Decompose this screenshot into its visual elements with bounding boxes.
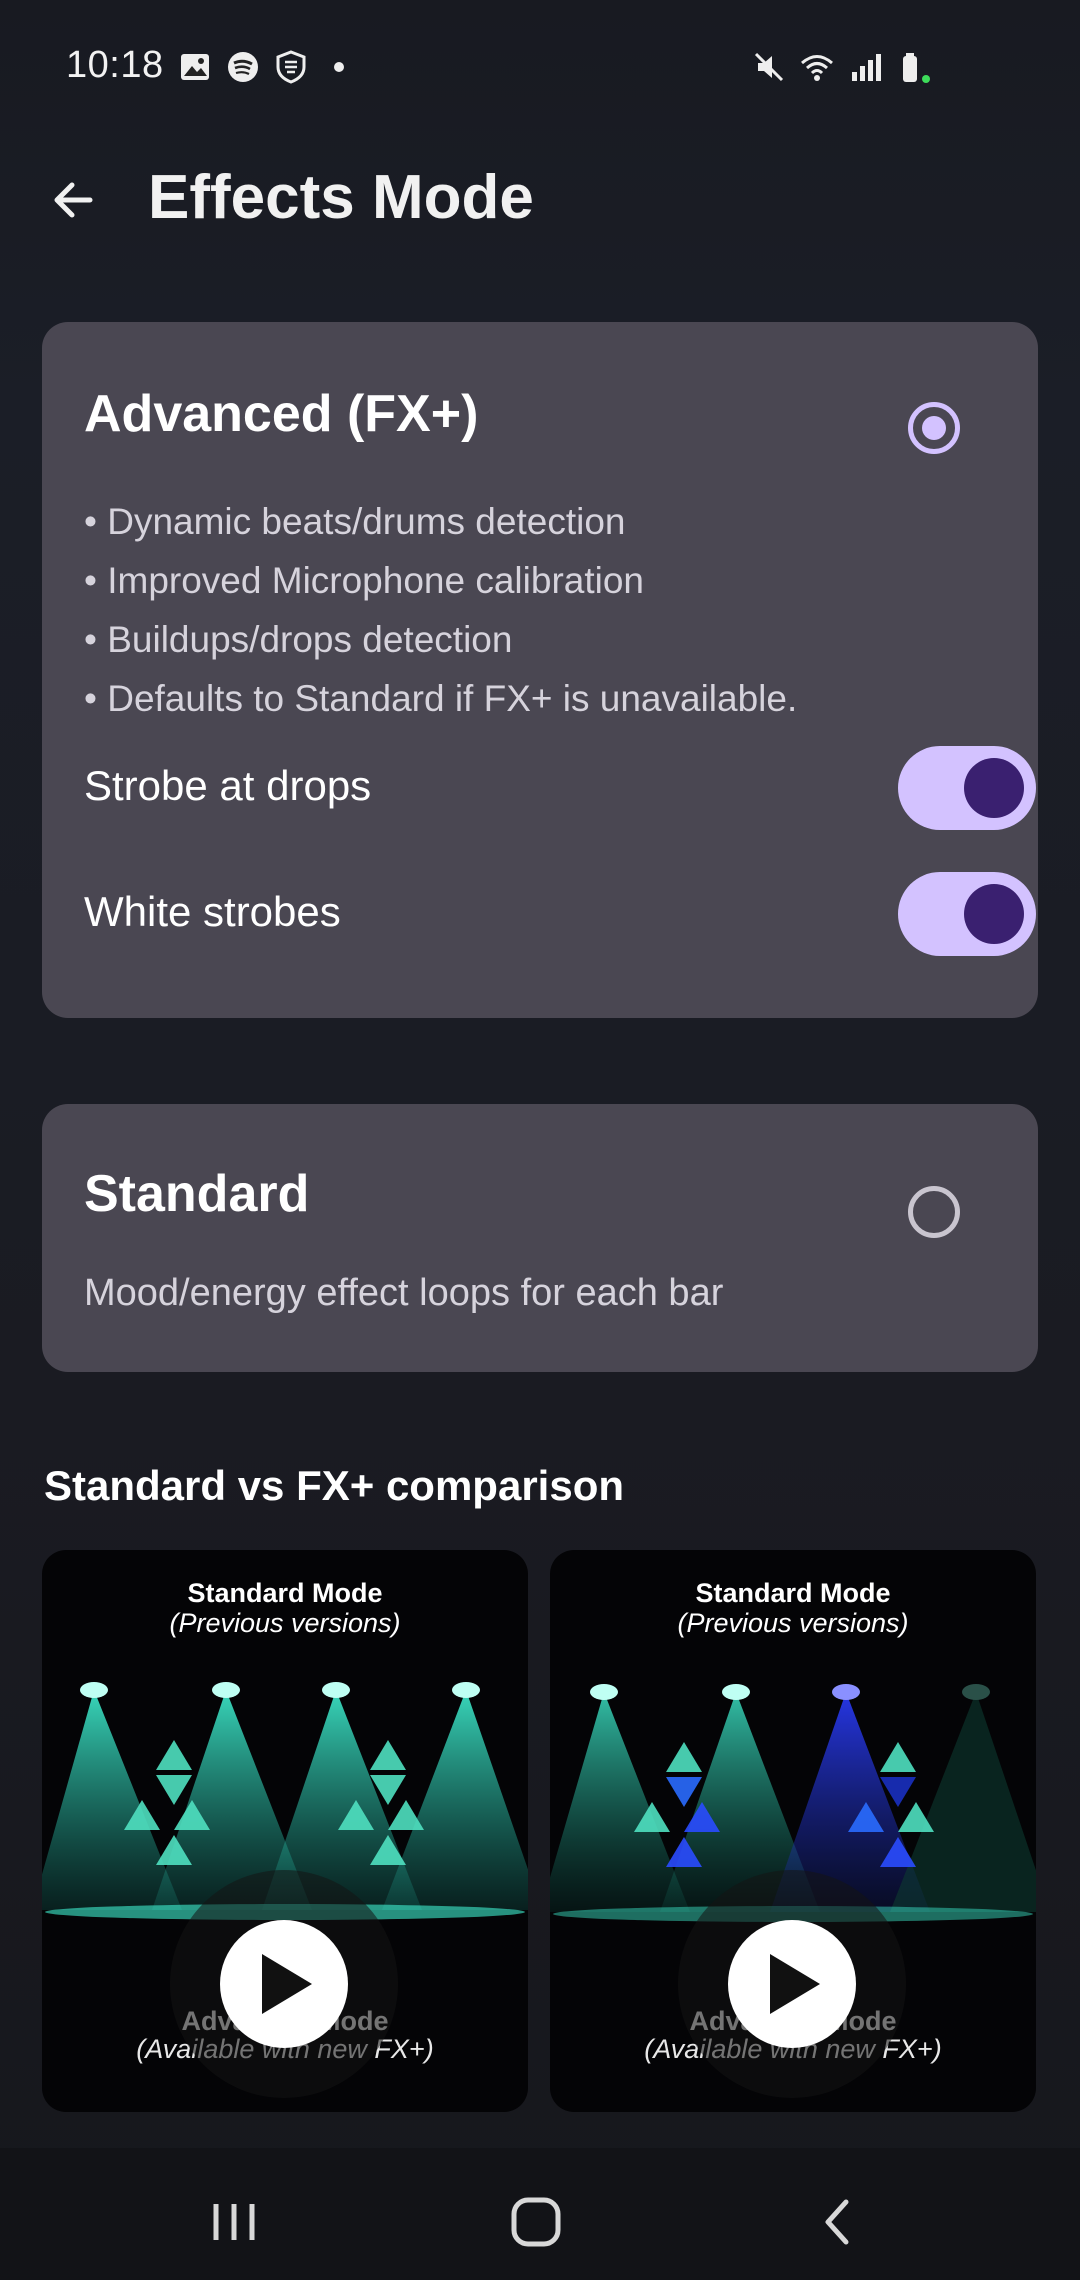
video-title: Standard Mode <box>695 1578 891 1608</box>
advanced-mode-radio[interactable] <box>908 402 960 454</box>
comparison-video-2[interactable]: Standard Mode (Previous versions) Advanc… <box>550 1550 1036 2112</box>
status-left-icons <box>178 50 356 84</box>
shield-icon <box>276 50 306 84</box>
standard-mode-title: Standard <box>84 1165 310 1223</box>
system-nav-bar <box>0 2148 1080 2280</box>
wifi-icon <box>801 55 833 81</box>
top-app-bar: Effects Mode <box>0 140 1080 250</box>
standard-mode-description: Mood/energy effect loops for each bar <box>84 1272 724 1314</box>
status-time: 10:18 <box>66 44 164 86</box>
advanced-mode-card[interactable]: Advanced (FX+) • Dynamic beats/drums det… <box>42 322 1038 1018</box>
spotify-icon <box>228 52 258 82</box>
video-subtitle: (Previous versions) <box>677 1608 909 1638</box>
dot-icon <box>334 62 344 72</box>
feature-item: • Defaults to Standard if FX+ is unavail… <box>84 678 798 719</box>
feature-item: • Dynamic beats/drums detection <box>84 501 626 542</box>
video-subtitle: (Previous versions) <box>169 1608 401 1638</box>
comparison-video-1[interactable]: Standard Mode (Previous versions) Advanc… <box>42 1550 528 2112</box>
battery-icon <box>903 53 930 83</box>
status-right-icons <box>752 50 930 84</box>
back-icon[interactable] <box>808 2192 868 2252</box>
recents-icon[interactable] <box>204 2192 264 2252</box>
gallery-icon <box>181 54 209 80</box>
video-title: Standard Mode <box>187 1578 383 1608</box>
play-button[interactable] <box>728 1920 856 2048</box>
strobe-at-drops-label: Strobe at drops <box>84 762 372 809</box>
white-strobes-label: White strobes <box>84 888 341 935</box>
status-bar: 10:18 <box>0 0 1080 130</box>
play-icon <box>770 1954 820 2014</box>
back-arrow-icon[interactable] <box>44 170 104 230</box>
advanced-feature-list: • Dynamic beats/drums detection • Improv… <box>84 492 797 728</box>
standard-mode-radio[interactable] <box>908 1186 960 1238</box>
mute-icon <box>754 52 784 82</box>
strobe-at-drops-row[interactable]: Strobe at drops <box>84 742 1036 832</box>
home-icon[interactable] <box>506 2192 566 2252</box>
play-button[interactable] <box>220 1920 348 2048</box>
strobe-at-drops-toggle[interactable] <box>898 746 1036 830</box>
standard-mode-card[interactable]: Standard Mood/energy effect loops for ea… <box>42 1104 1038 1372</box>
feature-item: • Buildups/drops detection <box>84 619 513 660</box>
white-strobes-toggle[interactable] <box>898 872 1036 956</box>
white-strobes-row[interactable]: White strobes <box>84 868 1036 958</box>
feature-item: • Improved Microphone calibration <box>84 560 645 601</box>
play-icon <box>262 1954 312 2014</box>
page-title: Effects Mode <box>148 163 534 232</box>
signal-icon <box>852 54 881 81</box>
comparison-title: Standard vs FX+ comparison <box>44 1462 625 1509</box>
advanced-mode-title: Advanced (FX+) <box>84 385 479 443</box>
